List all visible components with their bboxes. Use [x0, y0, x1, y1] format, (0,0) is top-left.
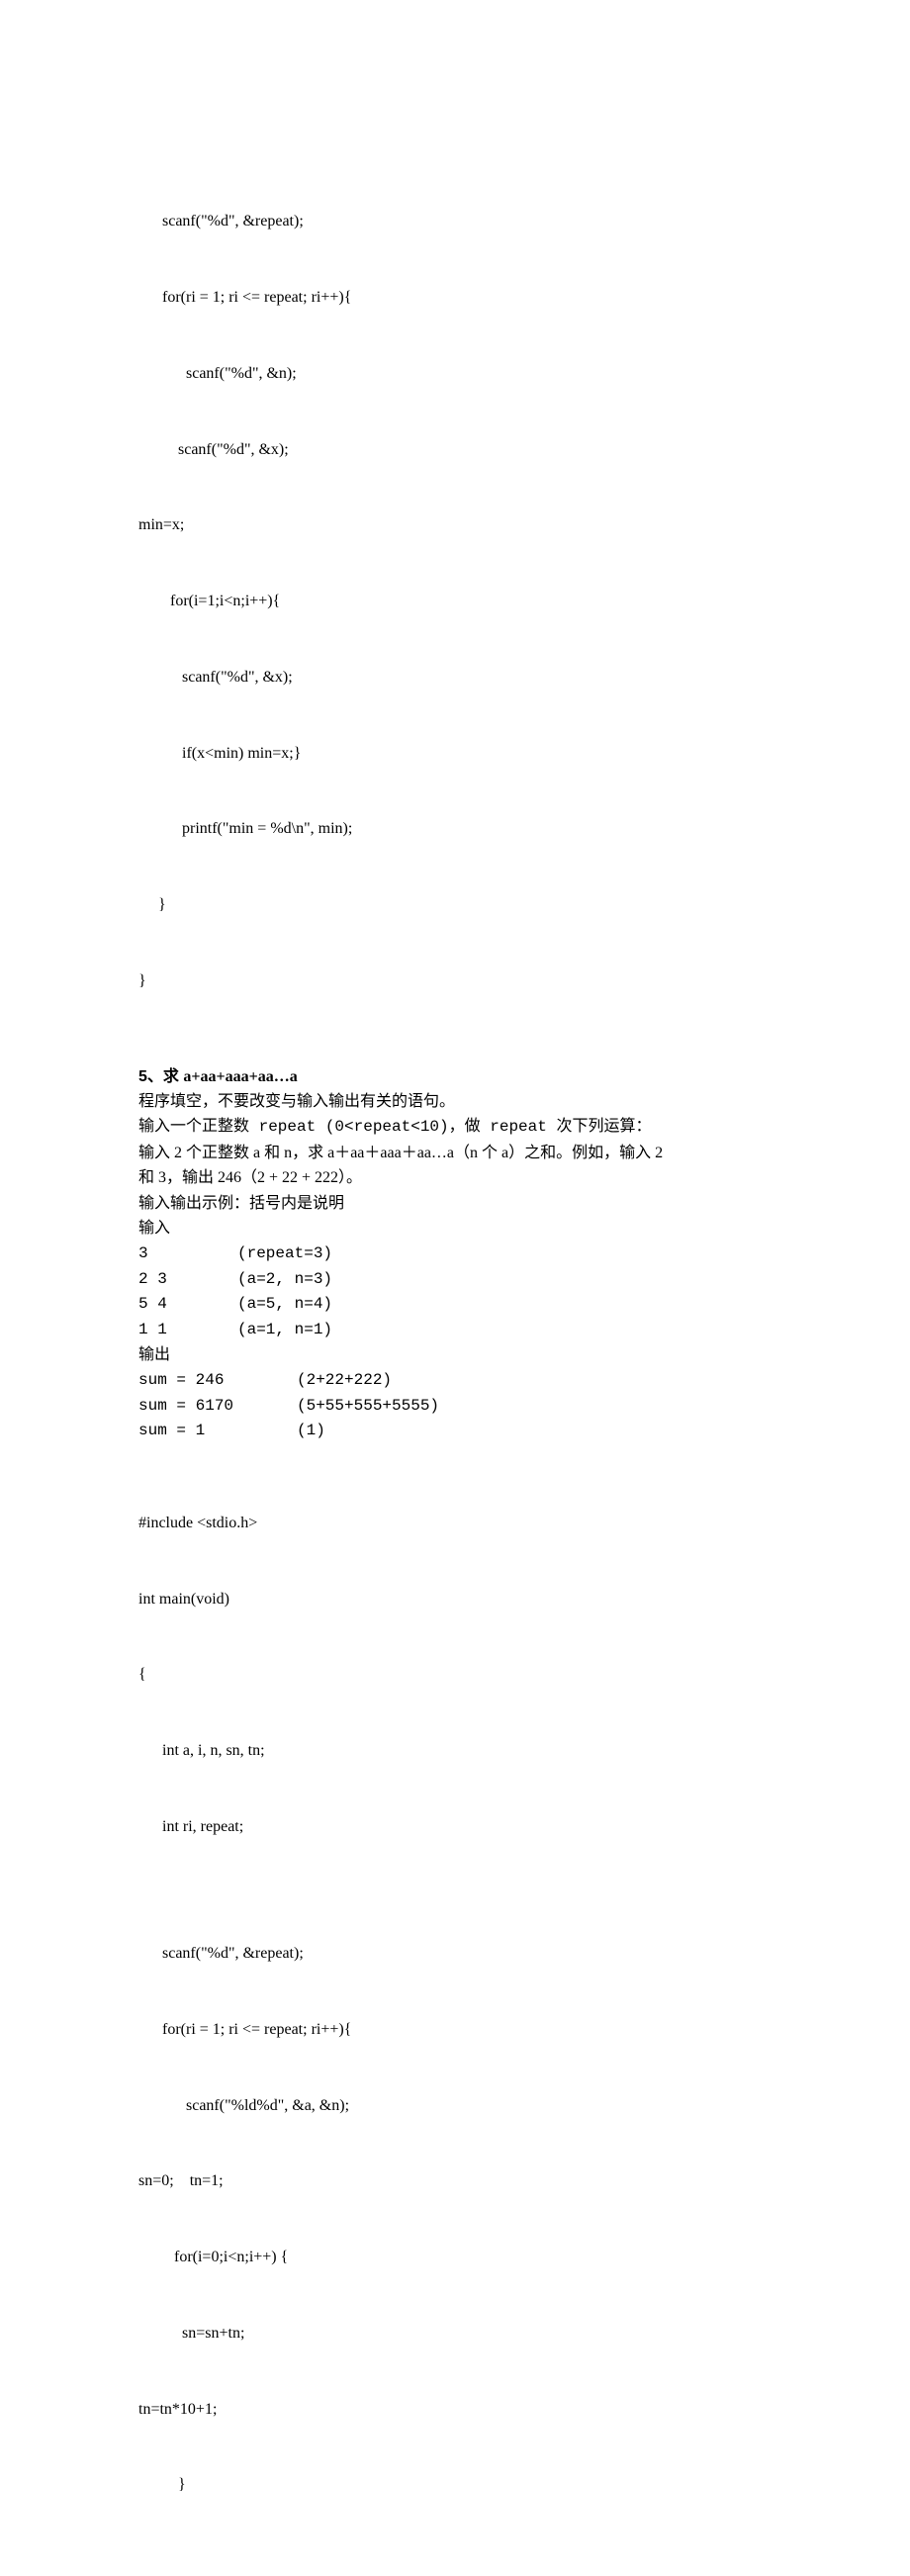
output-row: sum = 246(2+22+222)	[138, 1368, 772, 1394]
output-comment: (2+22+222)	[297, 1371, 392, 1389]
code-line: #include <stdio.h>	[138, 1511, 772, 1536]
output-comment: (1)	[297, 1422, 325, 1439]
code-line: for(ri = 1; ri <= repeat; ri++){	[138, 2017, 772, 2043]
heading-formula: a+aa+aaa+aa…a	[183, 1068, 297, 1085]
code-block-1: scanf("%d", &repeat); for(ri = 1; ri <= …	[138, 158, 772, 1045]
code-line: sn=sn+tn;	[138, 2321, 772, 2346]
input-row: 2 3(a=2, n=3)	[138, 1267, 772, 1293]
code-line: printf("min = %d\n", min);	[138, 816, 772, 842]
desc-line: 输入 2 个正整数 a 和 n，求 a＋aa＋aaa＋aa…a（n 个 a）之和…	[138, 1141, 772, 1166]
code-line: int ri, repeat;	[138, 1814, 772, 1840]
code-line: scanf("%d", &x);	[138, 437, 772, 463]
input-comment: (a=1, n=1)	[237, 1321, 332, 1338]
desc-line: 和 3，输出 246（2 + 22 + 222）。	[138, 1165, 772, 1191]
code-line: sn=0; tn=1;	[138, 2168, 772, 2194]
code-line: min=x;	[138, 512, 772, 538]
input-row: 1 1(a=1, n=1)	[138, 1318, 772, 1343]
code-line: scanf("%d", &repeat);	[138, 209, 772, 234]
desc-line: 输入一个正整数 repeat (0<repeat<10)，做 repeat 次下…	[138, 1115, 772, 1141]
output-row: sum = 6170(5+55+555+5555)	[138, 1394, 772, 1420]
desc-line: 程序填空，不要改变与输入输出有关的语句。	[138, 1089, 772, 1115]
input-value: 3	[138, 1242, 237, 1267]
code-line: {	[138, 1662, 772, 1688]
code-line: if(x<min) min=x;}	[138, 741, 772, 767]
code-line: for(i=0;i<n;i++) {	[138, 2245, 772, 2270]
input-comment: (repeat=3)	[237, 1244, 332, 1262]
code-block-2: #include <stdio.h> int main(void) { int …	[138, 1460, 772, 2549]
input-row: 5 4(a=5, n=4)	[138, 1292, 772, 1318]
output-comment: (5+55+555+5555)	[297, 1397, 439, 1415]
section-heading-5: 5、求 a+aa+aaa+aa…a	[138, 1064, 772, 1090]
code-line: scanf("%ld%d", &a, &n);	[138, 2093, 772, 2119]
input-comment: (a=5, n=4)	[237, 1295, 332, 1313]
code-line: scanf("%d", &x);	[138, 665, 772, 690]
code-line: for(i=1;i<n;i++){	[138, 589, 772, 614]
output-label: 输出	[138, 1342, 772, 1368]
code-line: }	[138, 2472, 772, 2498]
code-line: int a, i, n, sn, tn;	[138, 1738, 772, 1764]
document-page: scanf("%d", &repeat); for(ri = 1; ri <= …	[0, 0, 910, 2576]
code-line: scanf("%d", &repeat);	[138, 1941, 772, 1967]
code-line: tn=tn*10+1;	[138, 2397, 772, 2423]
code-line: for(ri = 1; ri <= repeat; ri++){	[138, 285, 772, 311]
input-value: 5 4	[138, 1292, 237, 1318]
output-value: sum = 6170	[138, 1394, 297, 1420]
input-value: 1 1	[138, 1318, 237, 1343]
code-line: }	[138, 968, 772, 994]
problem-description: 程序填空，不要改变与输入输出有关的语句。 输入一个正整数 repeat (0<r…	[138, 1089, 772, 1443]
input-comment: (a=2, n=3)	[237, 1270, 332, 1288]
code-line: scanf("%d", &n);	[138, 361, 772, 387]
input-value: 2 3	[138, 1267, 237, 1293]
heading-number: 5、求	[138, 1068, 183, 1085]
input-label: 输入	[138, 1216, 772, 1242]
output-row: sum = 1(1)	[138, 1419, 772, 1444]
output-value: sum = 1	[138, 1419, 297, 1444]
code-line: }	[138, 892, 772, 918]
code-line: int main(void)	[138, 1587, 772, 1612]
output-value: sum = 246	[138, 1368, 297, 1394]
desc-line: 输入输出示例：括号内是说明	[138, 1191, 772, 1217]
input-row: 3(repeat=3)	[138, 1242, 772, 1267]
